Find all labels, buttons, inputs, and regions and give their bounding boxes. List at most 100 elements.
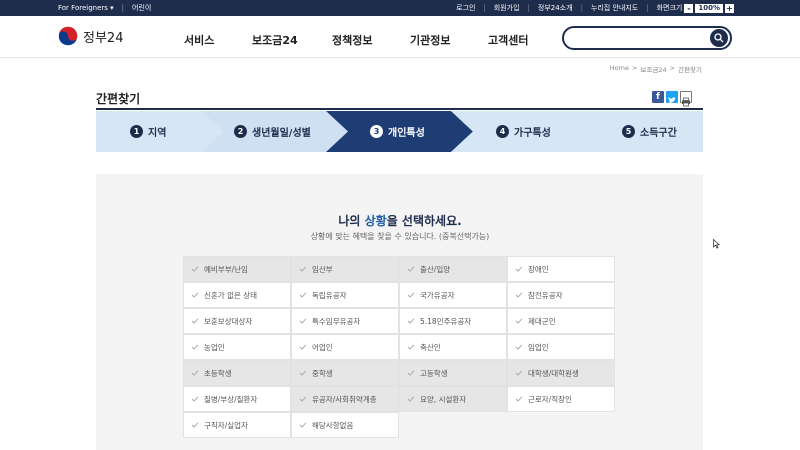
children-link[interactable]: 어린이 [132, 3, 151, 13]
step-3-active[interactable]: 3 개인특성 [370, 124, 425, 139]
option-checkbox[interactable]: 임산부 [291, 256, 399, 282]
option-label: 장애인 [528, 264, 549, 274]
option-checkbox[interactable]: 보훈보상대상자 [183, 308, 291, 334]
option-checkbox[interactable]: 구직자/실업자 [183, 412, 291, 438]
option-checkbox[interactable]: 질병/부상/질환자 [183, 386, 291, 412]
checkmark-icon [407, 344, 415, 350]
option-label: 국가유공자 [420, 290, 455, 300]
option-checkbox[interactable]: 해당사항없음 [291, 412, 399, 438]
option-label: 독립유공자 [312, 290, 347, 300]
zoom-in-button[interactable]: + [725, 3, 734, 13]
option-checkbox[interactable]: 대학생/대학원생 [507, 360, 615, 386]
step-number: 5 [622, 125, 635, 138]
print-icon[interactable] [680, 91, 692, 107]
twitter-share-icon[interactable] [666, 91, 678, 103]
step-number: 4 [496, 125, 509, 138]
login-link[interactable]: 로그인 [456, 3, 475, 13]
option-label: 농업인 [204, 342, 225, 352]
divider: | [527, 4, 530, 12]
option-checkbox[interactable]: 유공자/사회취약계층 [291, 386, 399, 412]
step-4[interactable]: 4 가구특성 [496, 124, 551, 139]
option-checkbox[interactable]: 임업인 [507, 334, 615, 360]
zoom-control: 화면크기 - 100% + [657, 3, 734, 13]
option-label: 질병/부상/질환자 [204, 394, 258, 404]
option-checkbox[interactable]: 5.18민주유공자 [399, 308, 507, 334]
divider: | [483, 4, 486, 12]
step-number: 2 [234, 125, 247, 138]
section-subheading: 상황에 맞는 혜택을 찾을 수 있습니다. (중복선택가능) [310, 232, 490, 241]
logo[interactable]: 정부24 [58, 26, 123, 46]
breadcrumb-subsidy24[interactable]: 보조금24 [640, 64, 666, 74]
option-label: 임업인 [528, 342, 549, 352]
option-checkbox[interactable]: 예비부부/난임 [183, 256, 291, 282]
checkmark-icon [515, 396, 523, 402]
checkmark-icon [407, 396, 415, 402]
checkmark-icon [515, 344, 523, 350]
zoom-label: 화면크기 [656, 4, 683, 12]
option-checkbox[interactable]: 참전유공자 [507, 282, 615, 308]
breadcrumb-current: 간편찾기 [678, 66, 702, 74]
search-button[interactable] [710, 29, 728, 47]
for-foreigners-link[interactable]: For Foreigners ▾ [58, 4, 114, 12]
option-checkbox[interactable]: 신혼가 없은 상태 [183, 282, 291, 308]
option-checkbox[interactable]: 농업인 [183, 334, 291, 360]
option-label: 신혼가 없은 상태 [204, 290, 258, 300]
option-label: 초등학생 [204, 368, 232, 378]
facebook-share-icon[interactable]: f [652, 91, 664, 103]
option-checkbox[interactable]: 출산/입양 [399, 256, 507, 282]
checkmark-icon [299, 318, 307, 324]
checkmark-icon [515, 370, 523, 376]
step-1[interactable]: 1 지역 [130, 124, 166, 139]
step-label: 가구특성 [514, 128, 551, 139]
step-label: 소득구간 [640, 128, 677, 139]
step-5[interactable]: 5 소득구간 [622, 124, 677, 139]
option-checkbox[interactable]: 특수임무유공자 [291, 308, 399, 334]
step-number: 1 [130, 125, 143, 138]
nav-subsidy24[interactable]: 보조금24 [252, 32, 332, 48]
option-label: 특수임무유공자 [312, 316, 361, 326]
option-checkbox[interactable]: 초등학생 [183, 360, 291, 386]
taegeuk-logo-icon [58, 26, 78, 46]
checkmark-icon [191, 292, 199, 298]
about-link[interactable]: 정부24소개 [538, 3, 573, 13]
option-checkbox[interactable]: 요양, 시설환자 [399, 386, 507, 412]
top-bar-left: For Foreigners ▾ | 어린이 [58, 3, 151, 13]
nav-agency-info[interactable]: 기관정보 [410, 32, 488, 48]
checkmark-icon [191, 344, 199, 350]
page-title: 간편찾기 [96, 92, 141, 106]
option-label: 축산인 [420, 342, 441, 352]
breadcrumb-home[interactable]: Home [610, 64, 629, 74]
option-checkbox[interactable]: 근로자/직장인 [507, 386, 615, 412]
option-checkbox[interactable]: 국가유공자 [399, 282, 507, 308]
checkmark-icon [299, 344, 307, 350]
step-2[interactable]: 2 생년월일/성별 [234, 124, 311, 139]
checkmark-icon [191, 422, 199, 428]
nav-services[interactable]: 서비스 [184, 32, 252, 48]
checkmark-icon [299, 422, 307, 428]
sitemap-link[interactable]: 누리집 안내지도 [591, 3, 638, 13]
checkmark-icon [299, 370, 307, 376]
breadcrumb-separator: > [669, 64, 676, 72]
checkmark-icon [191, 396, 199, 402]
breadcrumb-separator: > [631, 64, 638, 72]
nav-policy-info[interactable]: 정책정보 [332, 32, 410, 48]
option-checkbox[interactable]: 장애인 [507, 256, 615, 282]
checkmark-icon [407, 318, 415, 324]
signup-link[interactable]: 회원가입 [494, 3, 520, 13]
option-label: 근로자/직장인 [528, 394, 572, 404]
option-checkbox[interactable]: 어업인 [291, 334, 399, 360]
option-checkbox[interactable]: 제대군인 [507, 308, 615, 334]
search-input[interactable] [574, 30, 714, 50]
option-checkbox[interactable]: 독립유공자 [291, 282, 399, 308]
nav-customer-center[interactable]: 고객센터 [488, 32, 558, 48]
option-label: 어업인 [312, 342, 333, 352]
heading-pre: 나의 [338, 214, 365, 228]
option-checkbox[interactable]: 축산인 [399, 334, 507, 360]
title-underline [96, 108, 703, 110]
top-bar-right: 로그인 | 회원가입 | 정부24소개 | 누리집 안내지도 | 화면크기 - … [456, 3, 734, 13]
zoom-out-button[interactable]: - [684, 3, 694, 13]
option-checkbox[interactable]: 고등학생 [399, 360, 507, 386]
divider: | [580, 4, 583, 12]
option-checkbox[interactable]: 중학생 [291, 360, 399, 386]
divider: | [646, 4, 649, 12]
